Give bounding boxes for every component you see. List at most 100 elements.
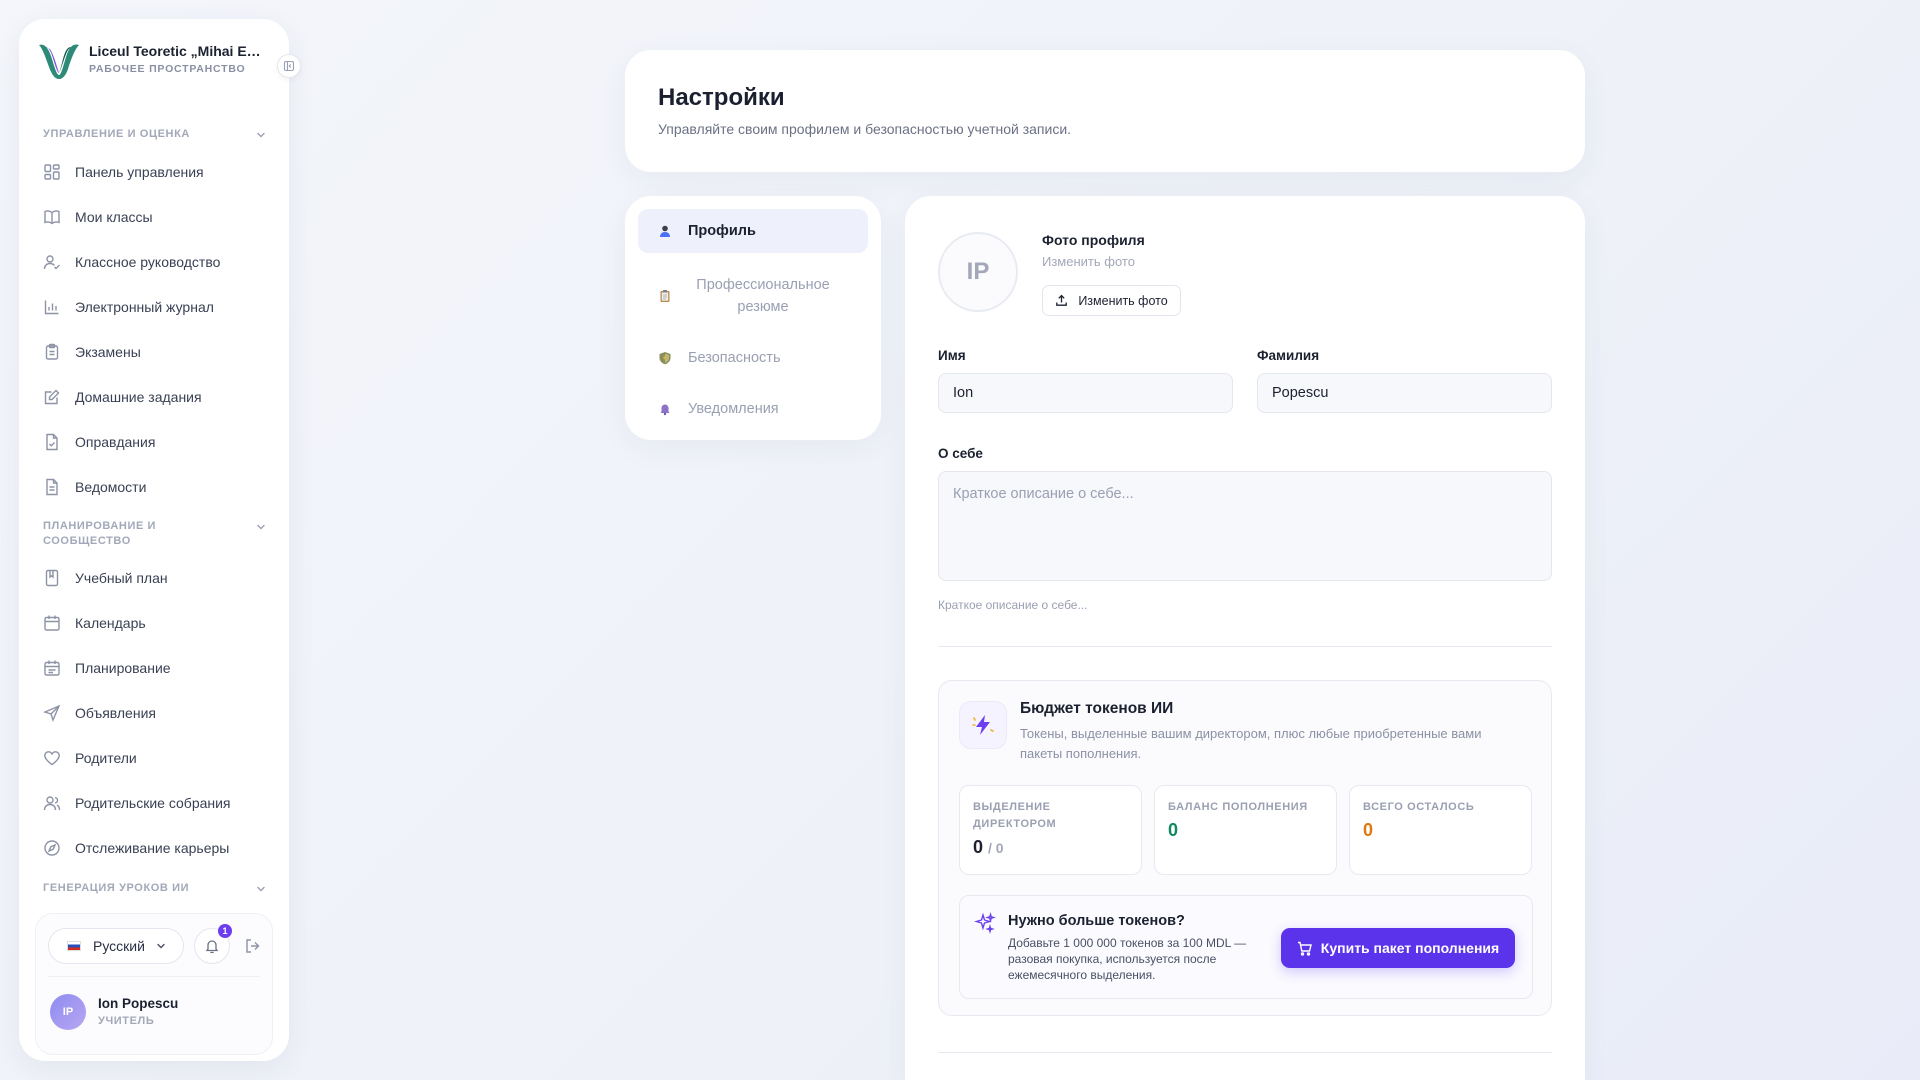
sidebar-item-excuses[interactable]: Оправдания bbox=[43, 424, 273, 460]
token-description: Токены, выделенные вашим директором, плю… bbox=[1020, 726, 1482, 761]
tab-security[interactable]: Безопасность bbox=[638, 336, 868, 380]
sidebar-item-homework[interactable]: Домашние задания bbox=[43, 379, 273, 415]
stat-number: 0 bbox=[973, 837, 984, 857]
user-check-icon bbox=[43, 255, 60, 270]
chevron-down-icon bbox=[257, 886, 265, 892]
last-name-field[interactable] bbox=[1257, 373, 1552, 413]
user-role: УЧИТЕЛЬ bbox=[98, 1015, 155, 1027]
edit-icon bbox=[44, 389, 60, 405]
sidebar-item-exams[interactable]: Экзамены bbox=[43, 334, 273, 370]
logout-icon[interactable] bbox=[244, 937, 262, 955]
tab-label: Профиль bbox=[688, 223, 756, 239]
user-panel: Русский 1 IP Ion Popescu УЧИТЕЛЬ bbox=[35, 913, 273, 1055]
user-name: Ion Popescu bbox=[98, 996, 179, 1011]
sidebar-item-gradebook[interactable]: Электронный журнал bbox=[43, 289, 273, 325]
file-check-icon bbox=[46, 433, 58, 451]
section-title: ГЕНЕРАЦИЯ УРОКОВ ИИ bbox=[43, 882, 190, 894]
tab-resume[interactable]: Профессиональное резюме bbox=[638, 266, 868, 326]
upload-icon bbox=[1056, 294, 1068, 306]
language-label: Русский bbox=[93, 938, 145, 954]
chevron-down-icon bbox=[257, 524, 265, 530]
page-subtitle: Управляйте своим профилем и безопасность… bbox=[658, 121, 1072, 137]
profile-avatar[interactable]: IP bbox=[938, 232, 1018, 312]
collapse-sidebar-button[interactable] bbox=[277, 54, 301, 78]
tab-notifications[interactable]: Уведомления bbox=[638, 387, 868, 431]
sidebar-item-label: Объявления bbox=[75, 705, 156, 721]
tab-label: Безопасность bbox=[688, 350, 781, 366]
workspace-label: РАБОЧЕЕ ПРОСТРАНСТВО bbox=[89, 63, 246, 75]
about-label: О себе bbox=[938, 446, 983, 461]
section-ai-lessons[interactable]: ГЕНЕРАЦИЯ УРОКОВ ИИ bbox=[43, 881, 267, 896]
send-icon bbox=[43, 704, 61, 722]
stat-value: 0 bbox=[1363, 820, 1374, 840]
page-header: Настройки Управляйте своим профилем и бе… bbox=[625, 50, 1585, 172]
about-field[interactable] bbox=[938, 471, 1552, 581]
sidebar-item-reports[interactable]: Ведомости bbox=[43, 469, 273, 505]
divider bbox=[48, 976, 260, 977]
school-logo-icon bbox=[39, 44, 79, 79]
sidebar-item-label: Панель управления bbox=[75, 164, 204, 180]
sparkles-icon bbox=[974, 912, 996, 934]
section-management[interactable]: УПРАВЛЕНИЕ И ОЦЕНКА bbox=[43, 127, 267, 142]
profile-panel: IP Фото профиля Изменить фото Изменить ф… bbox=[905, 196, 1585, 1080]
stat-topup-balance: БАЛАНС ПОПОЛНЕНИЯ 0 bbox=[1154, 785, 1337, 875]
brand[interactable]: Liceul Teoretic „Mihai Emi... РАБОЧЕЕ ПР… bbox=[35, 37, 273, 81]
tab-profile[interactable]: Профиль bbox=[638, 209, 868, 253]
file-text-icon bbox=[46, 478, 58, 496]
sidebar-item-label: Классное руководство bbox=[75, 254, 221, 270]
sidebar-item-label: Учебный план bbox=[75, 570, 168, 586]
about-hint: Краткое описание о себе... bbox=[938, 598, 1088, 612]
section-planning[interactable]: ПЛАНИРОВАНИЕ И СООБЩЕСТВО bbox=[43, 519, 267, 549]
sidebar-item-curriculum[interactable]: Учебный план bbox=[43, 560, 273, 596]
sidebar-item-dashboard[interactable]: Панель управления bbox=[43, 154, 273, 190]
sidebar-item-label: Ведомости bbox=[75, 479, 147, 495]
calendar-icon bbox=[44, 615, 60, 631]
lightning-icon bbox=[959, 701, 1007, 749]
bell-icon bbox=[660, 404, 670, 416]
users-icon bbox=[43, 796, 61, 811]
sidebar-toggle-icon bbox=[283, 60, 295, 72]
sidebar-item-homeroom[interactable]: Классное руководство bbox=[43, 244, 273, 280]
buy-topup-button[interactable]: Купить пакет пополнения bbox=[1281, 928, 1515, 968]
language-select[interactable]: Русский bbox=[48, 928, 184, 964]
sidebar-item-career-tracking[interactable]: Отслеживание карьеры bbox=[43, 830, 273, 866]
buy-topup-label: Купить пакет пополнения bbox=[1320, 940, 1500, 956]
bell-icon bbox=[205, 940, 219, 954]
person-icon bbox=[660, 225, 670, 237]
stat-label: БАЛАНС ПОПОЛНЕНИЯ bbox=[1168, 801, 1308, 813]
change-photo-button[interactable]: Изменить фото bbox=[1042, 285, 1181, 316]
sidebar-item-label: Домашние задания bbox=[75, 389, 202, 405]
avatar[interactable]: IP bbox=[50, 994, 86, 1030]
sidebar-item-label: Родительские собрания bbox=[75, 795, 231, 811]
clipboard-icon bbox=[45, 343, 59, 360]
page-title: Настройки bbox=[658, 84, 785, 111]
sidebar-item-parents[interactable]: Родители bbox=[43, 740, 273, 776]
sidebar-item-label: Отслеживание карьеры bbox=[75, 840, 230, 856]
divider bbox=[938, 646, 1552, 647]
need-description: Добавьте 1 000 000 токенов за 100 MDL — … bbox=[1008, 936, 1247, 982]
calendar-plan-icon bbox=[44, 660, 60, 676]
notifications-button[interactable]: 1 bbox=[194, 924, 232, 964]
sidebar-item-parent-meetings[interactable]: Родительские собрания bbox=[43, 785, 273, 821]
clipboard-icon bbox=[660, 290, 670, 302]
sidebar-item-planning[interactable]: Планирование bbox=[43, 650, 273, 686]
change-photo-label: Изменить фото bbox=[1078, 293, 1168, 308]
sidebar-item-calendar[interactable]: Календарь bbox=[43, 605, 273, 641]
stat-label: ВСЕГО ОСТАЛОСЬ bbox=[1363, 801, 1475, 813]
stat-label: ВЫДЕЛЕНИЕ ДИРЕКТОРОМ bbox=[973, 801, 1057, 830]
token-title: Бюджет токенов ИИ bbox=[1020, 700, 1174, 717]
notebook-icon bbox=[45, 569, 59, 587]
last-name-label: Фамилия bbox=[1257, 348, 1320, 363]
need-more-tokens: Нужно больше токенов? Добавьте 1 000 000… bbox=[959, 895, 1533, 999]
stat-value: 0 / 0 bbox=[973, 837, 1004, 858]
chevron-down-icon bbox=[157, 943, 165, 949]
sidebar-item-my-classes[interactable]: Мои классы bbox=[43, 199, 273, 235]
shield-icon bbox=[659, 352, 671, 365]
sidebar-item-label: Экзамены bbox=[75, 344, 141, 360]
notification-badge: 1 bbox=[218, 924, 232, 938]
settings-tabs: Профиль Профессиональное резюме Безопасн… bbox=[625, 196, 881, 440]
tab-label: Профессиональное резюме bbox=[696, 277, 830, 315]
first-name-field[interactable] bbox=[938, 373, 1233, 413]
sidebar-item-label: Электронный журнал bbox=[75, 299, 214, 315]
sidebar-item-announcements[interactable]: Объявления bbox=[43, 695, 273, 731]
